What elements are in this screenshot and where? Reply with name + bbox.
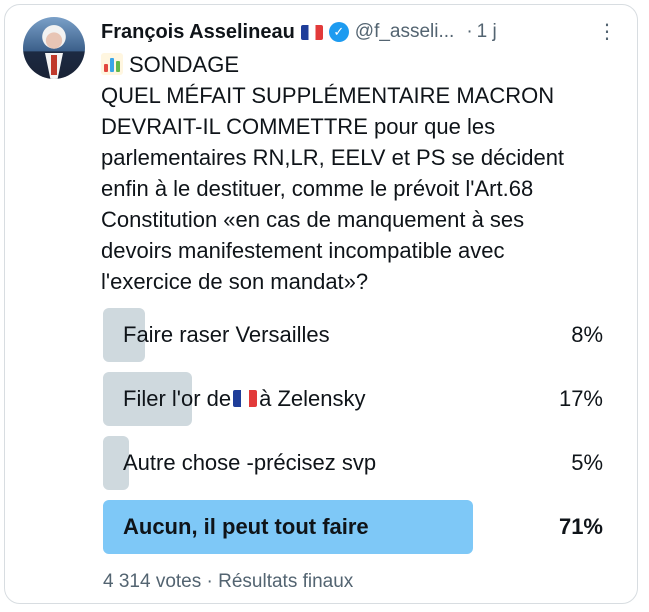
poll-option-label-part: Filer l'or de	[123, 386, 232, 411]
separator: ·	[466, 21, 473, 42]
poll-option-label-part: à Zelensky	[259, 386, 366, 411]
poll-option-label: Autre chose -précisez svp	[123, 450, 377, 475]
avatar-tie	[51, 55, 57, 75]
poll-label: SONDAGE	[129, 52, 240, 77]
avatar[interactable]	[23, 17, 85, 79]
france-flag-icon	[233, 390, 258, 407]
poll-option-label: Aucun, il peut tout faire	[123, 514, 369, 539]
author-name[interactable]: François Asselineau	[101, 21, 295, 44]
tweet-text: SONDAGE QUEL MÉFAIT SUPPLÉMENTAIRE MACRO…	[101, 49, 631, 297]
verified-badge-icon: ✓	[328, 22, 349, 42]
poll-option-3: Autre chose -précisez svp 5%	[103, 436, 603, 490]
poll-option-2: Filer l'or de à Zelensky 17%	[103, 372, 603, 426]
poll-option-label: Filer l'or de à Zelensky	[123, 372, 366, 426]
poll-option-percent: 17%	[558, 386, 603, 411]
bar-chart-icon	[101, 53, 123, 75]
poll-footer: 4 314 votes · Résultats finaux	[103, 571, 354, 592]
poll-option-percent: 8%	[571, 322, 603, 347]
poll-question: QUEL MÉFAIT SUPPLÉMENTAIRE MACRON DEVRAI…	[101, 83, 565, 294]
france-flag-icon	[300, 24, 323, 40]
poll-option-label: Faire raser Versailles	[123, 322, 330, 347]
poll-option-percent: 5%	[571, 450, 603, 475]
timestamp[interactable]: 1 j	[477, 21, 497, 43]
poll-option-percent: 71%	[558, 514, 603, 539]
author-handle[interactable]: @f_asseli...	[355, 21, 455, 43]
poll-option-4: Aucun, il peut tout faire 71%	[103, 500, 603, 554]
tweet-header: François Asselineau ✓ @f_asseli... · 1 j…	[101, 17, 617, 47]
more-options-icon[interactable]: ⋮	[597, 19, 617, 44]
tweet-card[interactable]: François Asselineau ✓ @f_asseli... · 1 j…	[4, 4, 638, 604]
poll-option-1: Faire raser Versailles 8%	[103, 308, 603, 362]
